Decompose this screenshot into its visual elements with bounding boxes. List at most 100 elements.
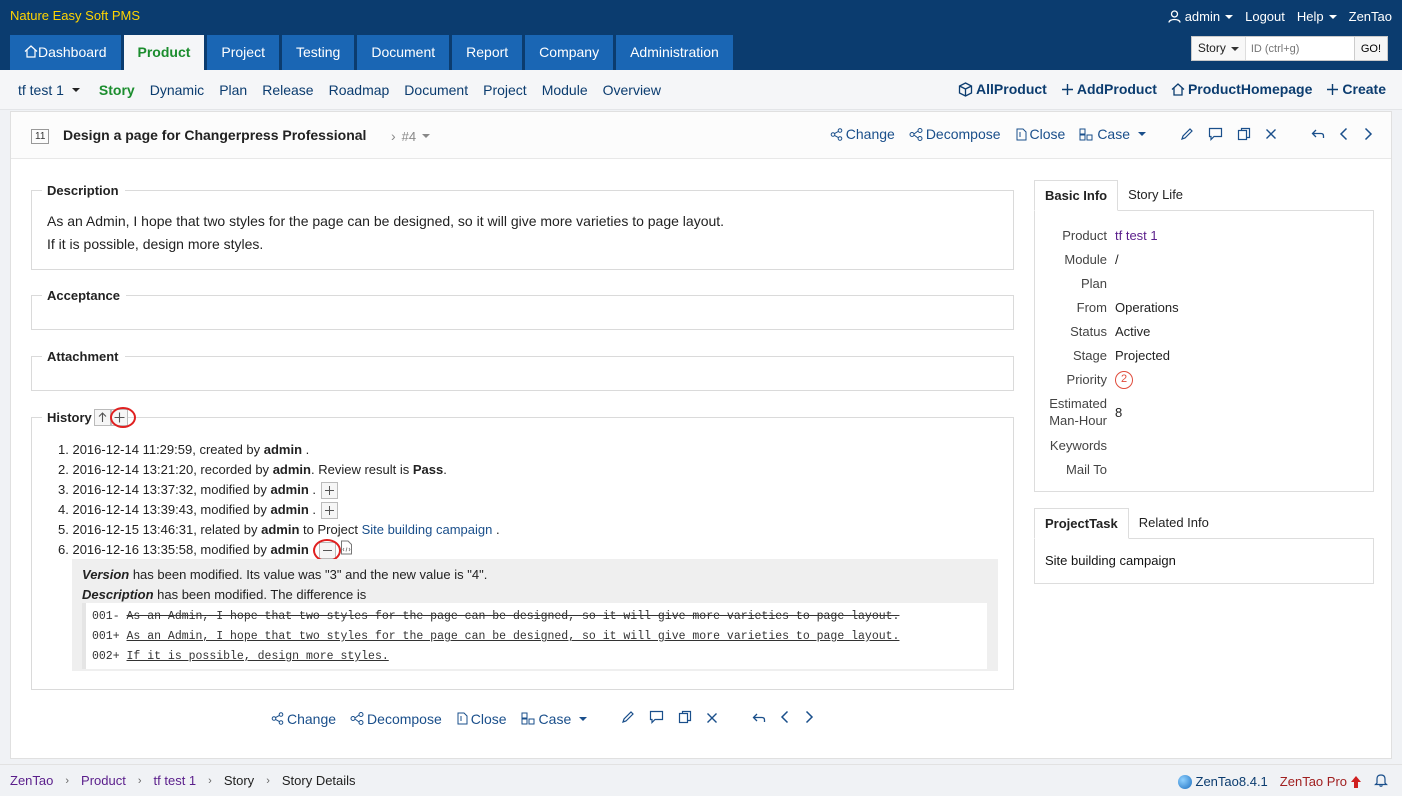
entry-suffix: . bbox=[492, 522, 500, 537]
back-icon[interactable] bbox=[752, 711, 766, 727]
entry-user: admin bbox=[272, 462, 311, 477]
globe-icon bbox=[1177, 774, 1192, 789]
subnav-plan[interactable]: Plan bbox=[219, 82, 247, 98]
search-go-button[interactable]: GO! bbox=[1353, 37, 1387, 60]
chevron-down-icon bbox=[1230, 46, 1239, 51]
diff-line-removed: 001- As an Admin, I hope that two styles… bbox=[86, 607, 987, 627]
entry-action: , created by bbox=[192, 442, 264, 457]
copy-icon[interactable] bbox=[678, 710, 692, 727]
project-link[interactable]: Site building campaign bbox=[362, 522, 493, 537]
previous-icon[interactable] bbox=[780, 710, 790, 727]
story-version-select[interactable]: › #4 bbox=[391, 128, 431, 144]
info-label: Priority bbox=[1066, 371, 1107, 387]
delete-icon[interactable] bbox=[1265, 128, 1277, 140]
subnav-document[interactable]: Document bbox=[404, 82, 468, 98]
help-menu[interactable]: Help bbox=[1297, 9, 1337, 24]
diff-file-icon[interactable] bbox=[340, 540, 353, 561]
tab-report[interactable]: Report bbox=[452, 35, 523, 70]
sub-nav: tf test 1 Story Dynamic Plan Release Roa… bbox=[0, 70, 1402, 110]
chevron-down-icon bbox=[422, 134, 431, 138]
logout-link[interactable]: Logout bbox=[1245, 9, 1285, 24]
next-icon[interactable] bbox=[804, 710, 814, 727]
decompose-button[interactable]: Decompose bbox=[909, 126, 1001, 142]
crumb-product-name[interactable]: tf test 1 bbox=[154, 773, 197, 788]
subnav-release[interactable]: Release bbox=[262, 82, 313, 98]
info-row-plan: Plan bbox=[1035, 271, 1373, 295]
close-story-button[interactable]: Close bbox=[1015, 126, 1065, 142]
tab-document[interactable]: Document bbox=[357, 35, 450, 70]
info-label: Plan bbox=[1080, 275, 1107, 291]
history-entry: 2. 2016-12-14 13:21:20, recorded by admi… bbox=[58, 460, 500, 480]
tab-dashboard[interactable]: Dashboard bbox=[10, 35, 121, 70]
history-list: 1. 2016-12-14 11:29:59, created by admin… bbox=[58, 440, 500, 560]
back-icon[interactable] bbox=[1311, 128, 1325, 140]
product-switcher[interactable]: tf test 1 bbox=[18, 82, 80, 98]
all-product-link[interactable]: AllProduct bbox=[958, 81, 1047, 97]
history-entry: 6. 2016-12-16 13:35:58, modified by admi… bbox=[58, 540, 500, 560]
tab-project[interactable]: Project bbox=[207, 35, 279, 70]
version-link[interactable]: ZenTao8.4.1 bbox=[1177, 774, 1268, 789]
tab-project-task[interactable]: ProjectTask bbox=[1034, 508, 1129, 539]
case-dropdown[interactable]: Case bbox=[1079, 126, 1146, 142]
case-dropdown[interactable]: Case bbox=[521, 711, 588, 727]
create-link[interactable]: Create bbox=[1326, 81, 1386, 97]
entry-date: 2016-12-14 11:29:59 bbox=[72, 442, 193, 457]
expand-change-icon[interactable] bbox=[321, 502, 339, 520]
tab-administration[interactable]: Administration bbox=[616, 35, 733, 70]
diff-text: As an Admin, I hope that two styles for … bbox=[126, 630, 900, 643]
pro-link[interactable]: ZenTao Pro bbox=[1280, 774, 1362, 789]
chevron-down-icon bbox=[71, 88, 80, 92]
subnav-overview[interactable]: Overview bbox=[603, 82, 661, 98]
crumb-zentao[interactable]: ZenTao bbox=[10, 773, 53, 788]
copy-icon[interactable] bbox=[1237, 127, 1251, 141]
decompose-button[interactable]: Decompose bbox=[350, 711, 442, 727]
subnav-dynamic[interactable]: Dynamic bbox=[150, 82, 204, 98]
user-menu[interactable]: admin bbox=[1168, 9, 1234, 24]
edit-icon[interactable] bbox=[1180, 127, 1194, 141]
change-button[interactable]: Change bbox=[271, 711, 336, 727]
bell-icon[interactable] bbox=[1374, 773, 1388, 790]
history-entry: 5. 2016-12-15 13:46:31, related by admin… bbox=[58, 520, 500, 540]
subnav-project[interactable]: Project bbox=[483, 82, 527, 98]
sort-up-icon[interactable] bbox=[94, 409, 111, 426]
comment-icon[interactable] bbox=[1208, 127, 1223, 141]
tab-related-info[interactable]: Related Info bbox=[1129, 508, 1219, 538]
add-product-link[interactable]: AddProduct bbox=[1061, 81, 1157, 97]
next-icon[interactable] bbox=[1363, 127, 1373, 141]
tab-story-life[interactable]: Story Life bbox=[1118, 180, 1193, 210]
product-link[interactable]: tf test 1 bbox=[1115, 228, 1158, 243]
tab-testing[interactable]: Testing bbox=[281, 35, 355, 70]
delete-icon[interactable] bbox=[706, 711, 718, 727]
history-diff-box: Version has been modified. Its value was… bbox=[72, 559, 998, 671]
case-label: Case bbox=[1097, 126, 1130, 142]
tab-company[interactable]: Company bbox=[525, 35, 614, 70]
arrow-up-icon bbox=[1351, 775, 1361, 788]
subnav-story[interactable]: Story bbox=[99, 82, 135, 98]
search-box: Story GO! bbox=[1190, 36, 1388, 61]
change-button[interactable]: Change bbox=[830, 126, 895, 142]
info-label: Status bbox=[1070, 323, 1107, 339]
subnav-roadmap[interactable]: Roadmap bbox=[329, 82, 390, 98]
expand-change-icon[interactable] bbox=[321, 482, 339, 500]
search-type-select[interactable]: Story bbox=[1191, 37, 1246, 60]
entry-number: 5. bbox=[58, 522, 69, 537]
info-value: Projected bbox=[1115, 347, 1170, 363]
project-task-item[interactable]: Site building campaign bbox=[1045, 553, 1363, 568]
history-section: History 1. 2016-12-14 11:29:59, created … bbox=[31, 407, 1014, 690]
search-input[interactable] bbox=[1245, 37, 1354, 60]
edit-icon[interactable] bbox=[621, 710, 635, 727]
brand-link[interactable]: ZenTao bbox=[1349, 9, 1392, 24]
subnav-module[interactable]: Module bbox=[542, 82, 588, 98]
search-type-label: Story bbox=[1197, 41, 1226, 55]
close-story-button[interactable]: Close bbox=[456, 711, 507, 727]
product-homepage-link[interactable]: ProductHomepage bbox=[1171, 81, 1312, 97]
previous-icon[interactable] bbox=[1339, 127, 1349, 141]
crumb-product[interactable]: Product bbox=[81, 773, 126, 788]
change-label: Change bbox=[287, 710, 337, 727]
chevron-down-icon bbox=[1328, 14, 1337, 19]
all-product-label: AllProduct bbox=[976, 81, 1047, 97]
comment-icon[interactable] bbox=[649, 710, 664, 727]
tab-basic-info[interactable]: Basic Info bbox=[1034, 180, 1119, 211]
tab-product[interactable]: Product bbox=[123, 35, 205, 70]
entry-action: , modified by bbox=[193, 502, 271, 517]
